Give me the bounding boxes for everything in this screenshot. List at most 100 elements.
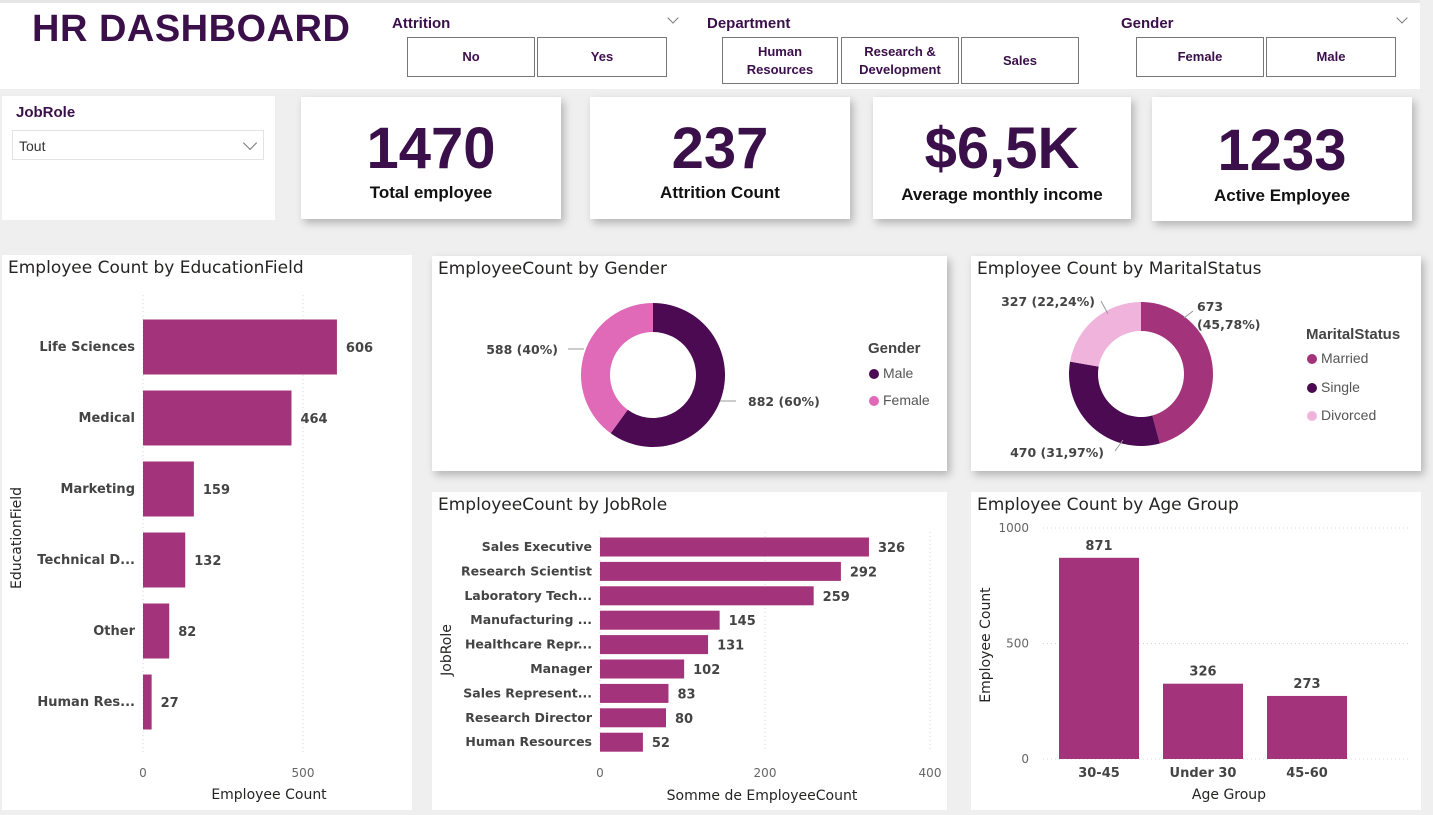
category-label: Medical [79, 411, 135, 426]
jobrole-selected-value: Tout [19, 138, 46, 154]
gender-male-button[interactable]: Male [1266, 37, 1396, 77]
category-label: Under 30 [1170, 766, 1237, 781]
kpi-value: $6,5K [924, 116, 1080, 181]
data-label: 159 [203, 483, 230, 498]
data-label: 326 [878, 541, 905, 556]
kpi-label: Attrition Count [660, 183, 780, 202]
kpi-label: Total employee [369, 183, 493, 202]
donut-slice [1070, 302, 1141, 367]
data-label: 83 [677, 687, 695, 702]
attrition-no-button[interactable]: No [407, 37, 535, 77]
data-label: 673 [1197, 299, 1223, 314]
bar [600, 708, 666, 728]
bar [600, 537, 869, 557]
department-rd-button[interactable]: Research & Development [841, 37, 959, 84]
data-label: 464 [300, 412, 327, 427]
bar [600, 586, 814, 606]
bar [600, 610, 720, 630]
kpi-total-employee-card: 1470 Total employee [301, 97, 561, 219]
legend-label: Married [1321, 350, 1369, 366]
kpi-value: 1233 [1217, 118, 1347, 183]
data-label: 273 [1293, 677, 1320, 692]
legend-label: Female [883, 392, 930, 408]
x-axis-title: Somme de EmployeeCount [667, 788, 858, 804]
category-label: Human Res... [37, 695, 135, 710]
gender-slicer-label: Gender [1121, 15, 1174, 32]
x-tick-label: 0 [139, 766, 147, 780]
kpi-value: 237 [671, 116, 769, 181]
y-tick-label: 1000 [998, 521, 1029, 535]
data-label: 80 [675, 712, 693, 727]
kpi-label: Average monthly income [901, 185, 1103, 204]
y-axis-title: EducationField [9, 487, 25, 589]
legend-dot [1307, 383, 1317, 393]
data-label: 470 (31,97%) [1010, 445, 1104, 460]
jobrole-dropdown[interactable]: Tout [12, 130, 264, 160]
donut-slice [581, 303, 653, 434]
bar [143, 532, 186, 588]
data-label: 102 [693, 663, 720, 678]
data-label: 882 (60%) [748, 394, 820, 409]
category-label: Other [93, 624, 135, 639]
x-tick-label: 200 [754, 766, 777, 780]
bar [600, 683, 669, 703]
legend-title: Gender [868, 340, 921, 357]
bar [143, 674, 152, 730]
legend-dot [869, 369, 879, 379]
data-label: 326 [1189, 665, 1216, 680]
kpi-value: 1470 [366, 116, 496, 181]
kpi-active-employee-card: 1233 Active Employee [1152, 97, 1412, 221]
education-field-chart: 0 500 Life Sciences 606 Medical 464 Marketing 1… [9, 295, 373, 803]
kpi-attrition-count-card: 237 Attrition Count [590, 97, 850, 219]
dashboard-title: HR DASHBOARD [32, 8, 351, 50]
legend-item-married: Married [1307, 350, 1368, 366]
category-label: Healthcare Repr... [465, 637, 592, 652]
donut-slice [1069, 361, 1160, 446]
category-label: Sales Represent... [463, 685, 592, 700]
data-label: 606 [346, 341, 373, 356]
category-label: 30-45 [1078, 766, 1120, 781]
legend-dot [869, 396, 879, 406]
bar [143, 390, 292, 446]
age-group-chart-card: Employee Count by Age Group 0 500 1000 871 3… [971, 492, 1421, 810]
category-label: Technical D... [37, 553, 135, 568]
bar [1059, 557, 1139, 759]
category-label: Marketing [61, 482, 135, 497]
legend-title: MaritalStatus [1306, 326, 1401, 343]
category-label: Manufacturing ... [470, 612, 592, 627]
jobrole-chart-card: EmployeeCount by JobRole 0 200 400 Sales Ex… [432, 492, 947, 810]
bar [143, 461, 194, 517]
legend-item-divorced: Divorced [1307, 407, 1376, 423]
data-label: 145 [729, 614, 756, 629]
department-slicer-label: Department [707, 15, 791, 32]
leader-line [1183, 310, 1194, 319]
category-label: Human Resources [465, 734, 592, 749]
bar [600, 635, 709, 655]
gender-donut-chart: 882 (60%) 588 (40%) [486, 303, 820, 447]
category-label: Laboratory Tech... [464, 588, 592, 603]
legend-label: Divorced [1321, 407, 1377, 423]
y-axis-title: JobRole [439, 624, 455, 677]
bar [1163, 683, 1243, 759]
data-label: 82 [178, 625, 196, 640]
bar [143, 603, 170, 659]
y-tick-label: 0 [1021, 752, 1029, 766]
category-label: Research Scientist [461, 563, 592, 578]
department-hr-button[interactable]: Human Resources [722, 37, 838, 84]
chevron-down-icon [242, 135, 258, 151]
data-label: 292 [850, 565, 877, 580]
legend-item-single: Single [1307, 379, 1360, 395]
legend-item-female: Female [869, 392, 930, 408]
legend-item-male: Male [869, 365, 913, 381]
jobrole-slicer-label: JobRole [16, 104, 76, 121]
age-group-bar-chart: 0 500 1000 871 30-45 326 Under 30 273 45-60 Age G… [978, 521, 1411, 803]
jobrole-bar-chart: 0 200 400 Sales Executive 326 Research Scient… [439, 532, 941, 804]
category-label: Manager [530, 661, 593, 676]
gender-female-button[interactable]: Female [1136, 37, 1264, 77]
legend-label: Single [1321, 379, 1360, 395]
data-label: (45,78%) [1197, 317, 1261, 332]
data-label: 52 [652, 736, 670, 751]
x-tick-label: 0 [596, 766, 604, 780]
attrition-yes-button[interactable]: Yes [537, 37, 667, 77]
department-sales-button[interactable]: Sales [961, 37, 1079, 84]
